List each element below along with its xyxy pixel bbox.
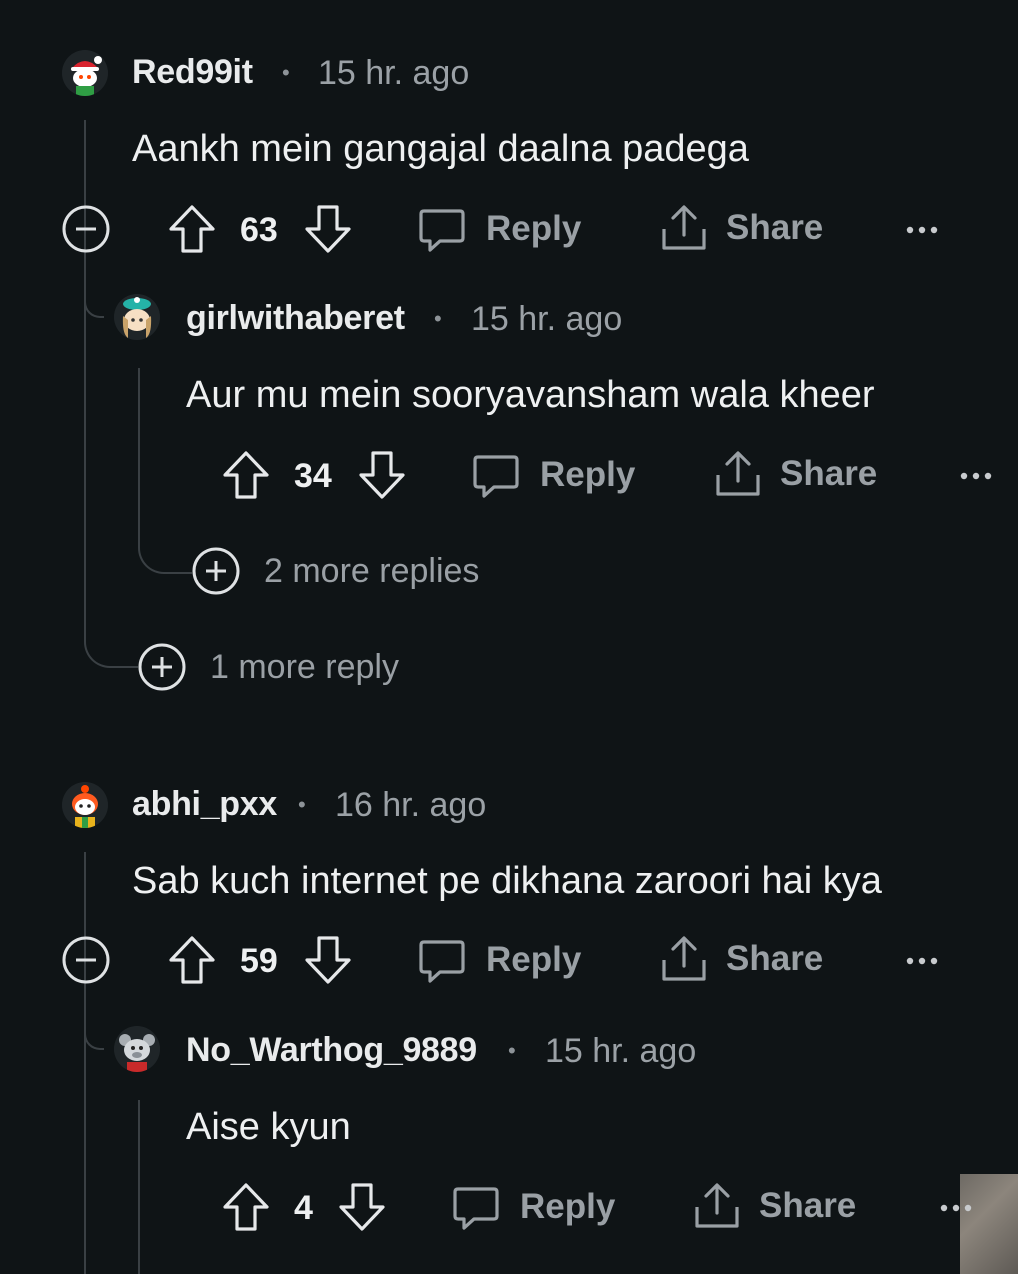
upvote-button[interactable] (168, 935, 216, 985)
comment-timestamp: 15 hr. ago (545, 1032, 697, 1070)
comment-timestamp: 16 hr. ago (335, 786, 487, 824)
downvote-button[interactable] (304, 204, 352, 254)
minus-circle-icon (62, 936, 110, 984)
thread-branch-reply-1 (84, 270, 104, 318)
thread-branch-1-more (84, 620, 138, 668)
speech-bubble-icon (419, 940, 465, 983)
share-upload-icon (695, 1183, 739, 1228)
avatar[interactable] (62, 782, 108, 828)
speech-bubble-icon (419, 209, 465, 252)
meta-separator: • (508, 1038, 516, 1063)
overflow-menu-button[interactable] (906, 226, 938, 234)
downvote-button[interactable] (358, 450, 406, 500)
thread-branch-reply-2 (84, 1002, 104, 1050)
upvote-button[interactable] (168, 204, 216, 254)
comment-body: Aankh mein gangajal daalna padega (132, 128, 749, 170)
overflow-menu-button[interactable] (906, 957, 938, 965)
overflow-menu-button[interactable] (940, 1204, 972, 1212)
comment-body: Aise kyun (186, 1106, 351, 1148)
thread-line-comment-1 (84, 120, 86, 640)
ellipsis-icon (906, 957, 938, 965)
ellipsis-icon (960, 472, 992, 480)
vote-count: 34 (294, 457, 332, 495)
comment-username[interactable]: abhi_pxx (132, 785, 277, 824)
share-upload-icon (662, 205, 706, 250)
arrow-up-outline-icon (223, 1183, 269, 1231)
thread-branch-2-more (138, 528, 192, 574)
reply-button[interactable]: Reply (418, 205, 581, 253)
thread-line-reply-2 (138, 1100, 140, 1274)
more-replies-label: 2 more replies (264, 551, 480, 590)
downvote-button[interactable] (304, 935, 352, 985)
reply-button[interactable]: Reply (418, 936, 581, 984)
ellipsis-icon (906, 226, 938, 234)
avatar[interactable] (62, 50, 108, 96)
collapse-button[interactable] (62, 205, 110, 253)
avatar[interactable] (114, 294, 160, 340)
arrow-up-outline-icon (169, 936, 215, 984)
comment-timestamp: 15 hr. ago (471, 300, 623, 338)
vote-count: 59 (240, 942, 278, 980)
upvote-button[interactable] (222, 1182, 270, 1232)
meta-separator: • (298, 792, 306, 817)
overflow-menu-button[interactable] (960, 472, 992, 480)
expand-more-replies-button[interactable]: 2 more replies (192, 547, 479, 595)
comment-username[interactable]: girlwithaberet (186, 299, 405, 338)
reply-button[interactable]: Reply (472, 451, 635, 499)
plus-circle-icon (192, 547, 240, 595)
share-button[interactable]: Share (693, 1181, 856, 1231)
meta-separator: • (282, 60, 290, 85)
comment-timestamp: 15 hr. ago (318, 54, 470, 92)
arrow-down-outline-icon (359, 451, 405, 499)
speech-bubble-icon (473, 455, 519, 498)
reply-label: Reply (540, 455, 636, 494)
plus-circle-icon (138, 643, 186, 691)
share-button[interactable]: Share (660, 934, 823, 984)
downvote-button[interactable] (338, 1182, 386, 1232)
share-label: Share (726, 208, 824, 247)
speech-bubble-icon (453, 1187, 499, 1230)
share-button[interactable]: Share (660, 203, 823, 253)
avatar[interactable] (114, 1026, 160, 1072)
ellipsis-icon (940, 1204, 972, 1212)
arrow-up-outline-icon (169, 205, 215, 253)
share-label: Share (780, 454, 878, 493)
arrow-down-outline-icon (305, 205, 351, 253)
vote-count: 63 (240, 211, 278, 249)
comment-body: Aur mu mein sooryavansham wala kheer (186, 374, 875, 416)
minus-circle-icon (62, 205, 110, 253)
share-label: Share (759, 1186, 857, 1225)
share-label: Share (726, 939, 824, 978)
reply-label: Reply (486, 940, 582, 979)
meta-separator: • (434, 306, 442, 331)
thread-line-reply-1 (138, 368, 140, 548)
arrow-down-outline-icon (305, 936, 351, 984)
arrow-down-outline-icon (339, 1183, 385, 1231)
upvote-button[interactable] (222, 450, 270, 500)
reply-button[interactable]: Reply (452, 1183, 615, 1231)
reply-label: Reply (486, 209, 582, 248)
comment-body: Sab kuch internet pe dikhana zaroori hai… (132, 860, 882, 902)
thread-line-comment-2 (84, 852, 86, 1274)
reply-label: Reply (520, 1187, 616, 1226)
more-replies-label: 1 more reply (210, 647, 399, 686)
comment-username[interactable]: No_Warthog_9889 (186, 1031, 477, 1070)
comment-username[interactable]: Red99it (132, 53, 253, 92)
arrow-up-outline-icon (223, 451, 269, 499)
vote-count: 4 (294, 1189, 313, 1227)
share-upload-icon (662, 936, 706, 981)
collapse-button[interactable] (62, 936, 110, 984)
share-button[interactable]: Share (714, 449, 877, 499)
share-upload-icon (716, 451, 760, 496)
expand-more-replies-button[interactable]: 1 more reply (138, 643, 399, 691)
floating-thumbnail[interactable] (960, 1174, 1018, 1274)
